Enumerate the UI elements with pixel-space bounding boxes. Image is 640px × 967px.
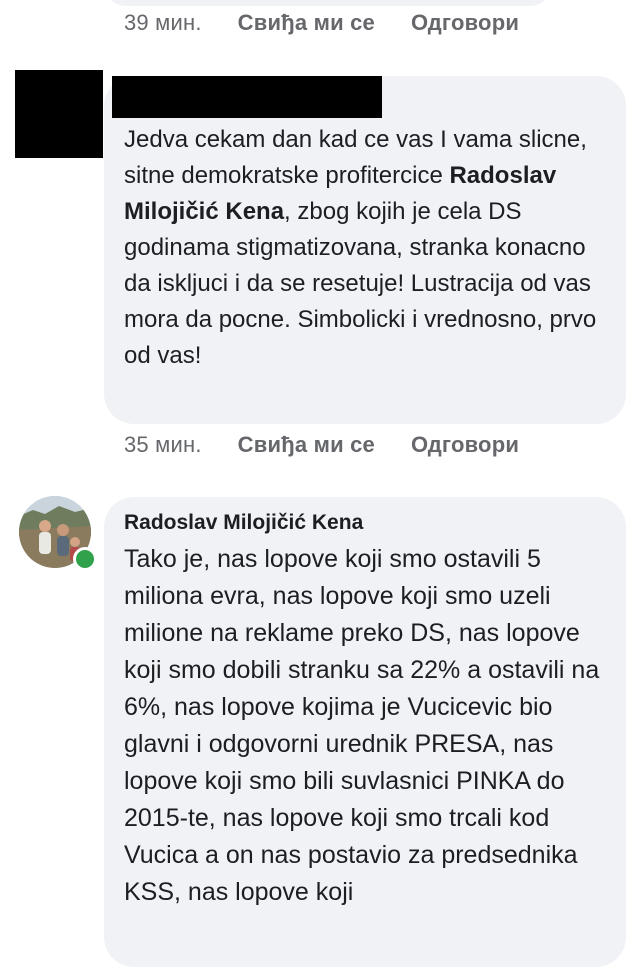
online-status-indicator [73,547,97,571]
reply-button[interactable]: Одговори [411,10,519,36]
comment-bubble: Radoslav Milojičić Kena Tako je, nas lop… [104,497,626,967]
comment-timestamp[interactable]: 39 мин. [124,10,202,36]
reply-button[interactable]: Одговори [411,432,519,458]
like-button[interactable]: Свиђа ми се [238,432,375,458]
comment-bubble: Jedva cekam dan kad ce vas I vama slicne… [104,76,626,424]
comment-timestamp[interactable]: 35 мин. [124,432,202,458]
comment-author-name[interactable]: Radoslav Milojičić Kena [124,511,606,535]
comment-actions-row: 35 мин. Свиђа ми се Одговори [124,432,519,458]
comment-text: Jedva cekam dan kad ce vas I vama slicne… [124,126,597,369]
comment-text: Tako je, nas lopove koji smo ostavili 5 … [124,545,600,906]
previous-comment-bubble [104,0,552,6]
author-name-redacted[interactable] [112,76,382,118]
comment-actions-row: 39 мин. Свиђа ми се Одговори [124,10,519,36]
like-button[interactable]: Свиђа ми се [238,10,375,36]
avatar-redacted[interactable] [15,70,103,158]
